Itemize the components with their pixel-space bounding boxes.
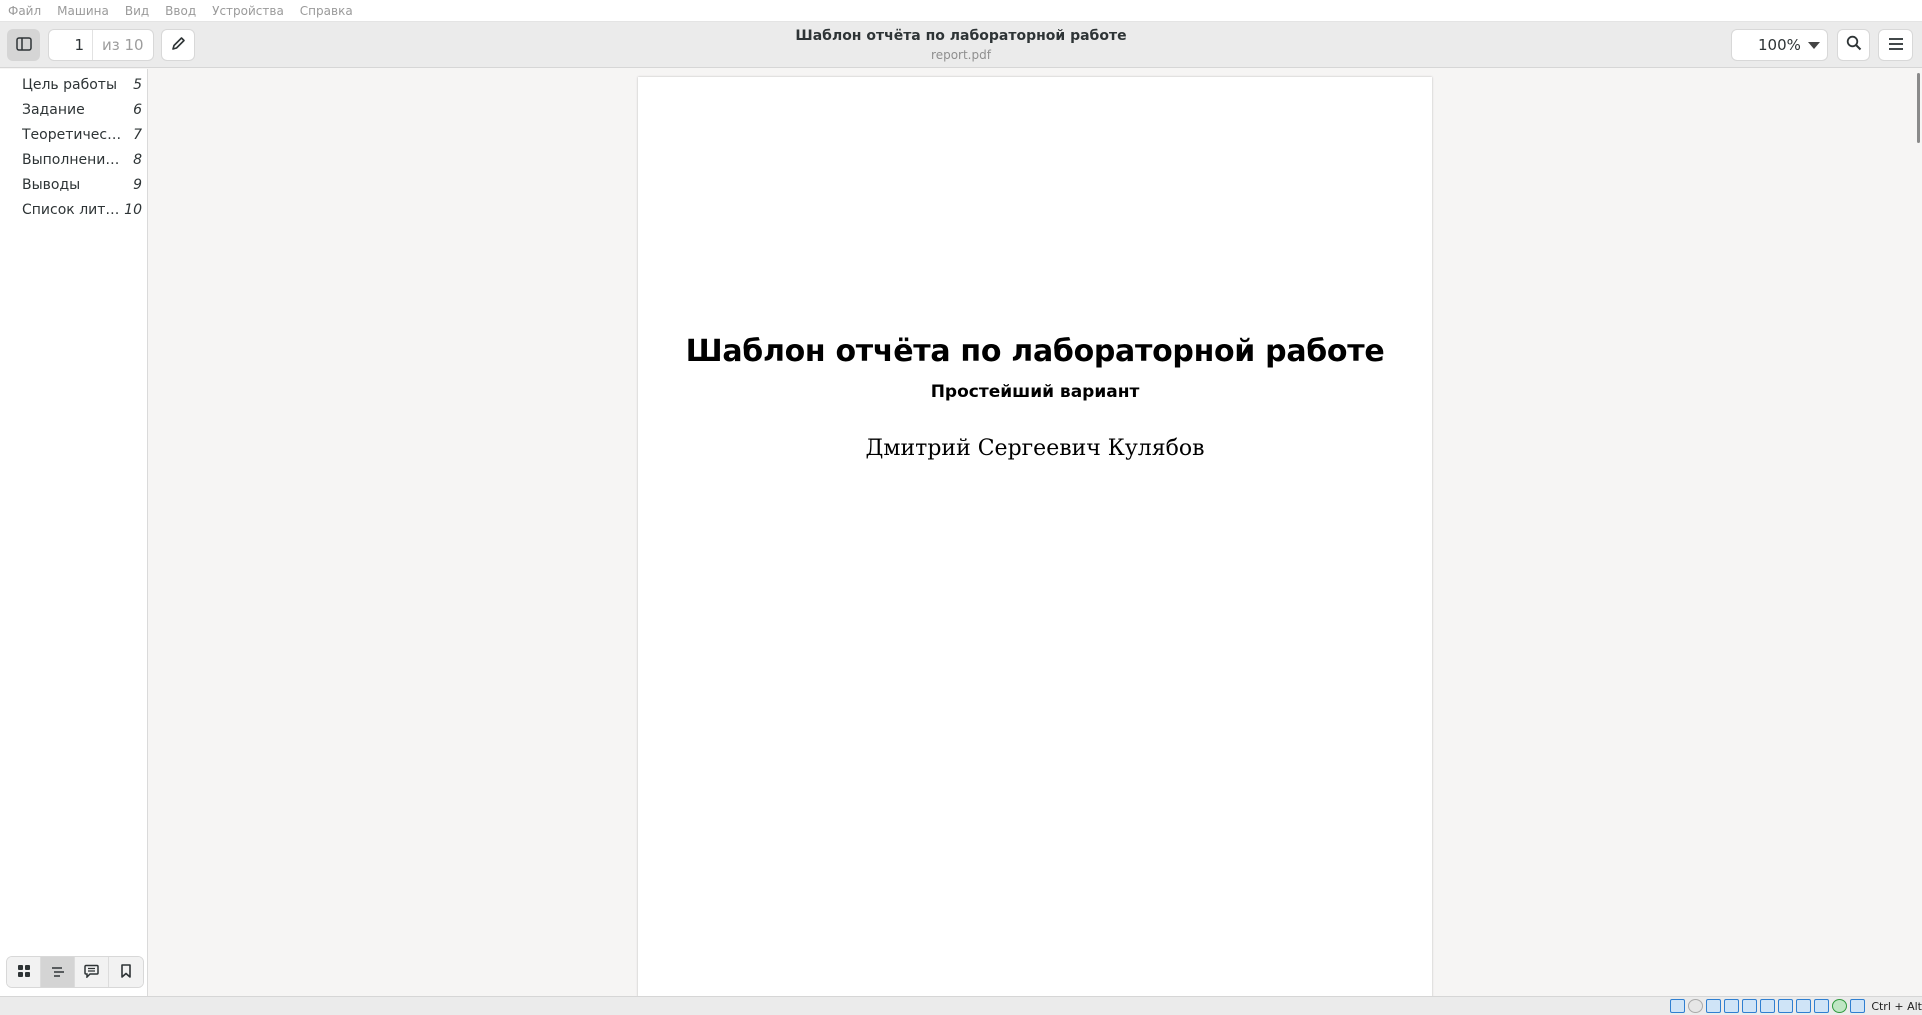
outline-item-label: Цель работы [22,76,118,93]
menu-machine[interactable]: Машина [57,4,109,18]
display-icon[interactable] [1778,999,1794,1013]
outline-item-label: Выполнение… [22,151,122,168]
menu-devices[interactable]: Устройства [212,4,284,18]
outline-icon [51,963,65,982]
search-button[interactable] [1837,29,1870,61]
outline-item-page: 10 [124,201,142,218]
outline-item[interactable]: Теоретичес… 7 [0,122,147,147]
vm-menubar: Файл Машина Вид Ввод Устройства Справка [0,0,1922,22]
thumbnails-view-button[interactable] [7,957,41,987]
zoom-value: 100% [1758,36,1801,54]
shared-folders-icon[interactable] [1760,999,1776,1013]
menu-help[interactable]: Справка [300,4,353,18]
outline-item[interactable]: Задание 6 [0,97,147,122]
mouse-integration-icon[interactable] [1832,999,1848,1013]
vm-statusbar: Ctrl + Alt [0,996,1922,1015]
host-key-label: Ctrl + Alt [1871,999,1922,1013]
usb-icon[interactable] [1742,999,1758,1013]
network-icon[interactable] [1724,999,1740,1013]
outline-item[interactable]: Цель работы 5 [0,72,147,97]
outline-item-page: 7 [133,126,142,143]
search-icon [1846,35,1862,55]
grid-icon [17,963,31,982]
outline-item[interactable]: Выводы 9 [0,172,147,197]
menu-file[interactable]: Файл [8,4,41,18]
outline-item-page: 5 [133,76,142,93]
document-view[interactable]: Шаблон отчёта по лабораторной работе Про… [149,69,1922,996]
recording-icon[interactable] [1796,999,1812,1013]
outline-item-page: 8 [133,151,142,168]
menu-input[interactable]: Ввод [165,4,196,18]
annotations-view-button[interactable] [75,957,109,987]
vm-status-tray: Ctrl + Alt [1670,999,1922,1013]
outline-item[interactable]: Выполнение… 8 [0,147,147,172]
document-author: Дмитрий Сергеевич Кулябов [865,436,1205,461]
outline-item-page: 9 [133,176,142,193]
window-title: Шаблон отчёта по лабораторной работе [795,28,1127,44]
headerbar: 1 из 10 Шаблон отчёта по лабораторной ра… [0,22,1922,68]
outline-item-label: Список лите… [22,201,122,218]
document-outline: Цель работы 5 Задание 6 Теоретичес… 7 Выпол… [0,69,147,222]
vertical-scrollbar[interactable] [1917,73,1920,143]
menu-view[interactable]: Вид [125,4,149,18]
main-menu-button[interactable] [1878,29,1913,61]
chevron-down-icon [1808,41,1820,49]
outline-item[interactable]: Список лите… 10 [0,197,147,222]
sidebar: Цель работы 5 Задание 6 Теоретичес… 7 Выпол… [0,69,148,996]
outline-item-label: Теоретичес… [22,126,122,143]
bookmark-icon [120,963,132,982]
document-subtitle: Простейший вариант [930,382,1140,402]
outline-item-label: Выводы [22,176,81,193]
keyboard-capture-icon[interactable] [1850,999,1866,1013]
sidebar-view-switcher [6,956,144,988]
document-title: Шаблон отчёта по лабораторной работе [685,334,1385,369]
window-subtitle: report.pdf [931,48,991,62]
comment-icon [84,963,99,982]
outline-item-page: 6 [133,101,142,118]
cpu-icon[interactable] [1814,999,1830,1013]
hard-disk-icon[interactable] [1670,999,1686,1013]
outline-item-label: Задание [22,101,85,118]
optical-drive-icon[interactable] [1688,999,1704,1013]
hamburger-menu-icon [1888,36,1904,55]
outline-view-button[interactable] [41,957,75,987]
audio-icon[interactable] [1706,999,1722,1013]
zoom-select[interactable]: 100% [1731,29,1828,61]
bookmarks-view-button[interactable] [109,957,143,987]
pdf-page: Шаблон отчёта по лабораторной работе Про… [638,77,1432,996]
